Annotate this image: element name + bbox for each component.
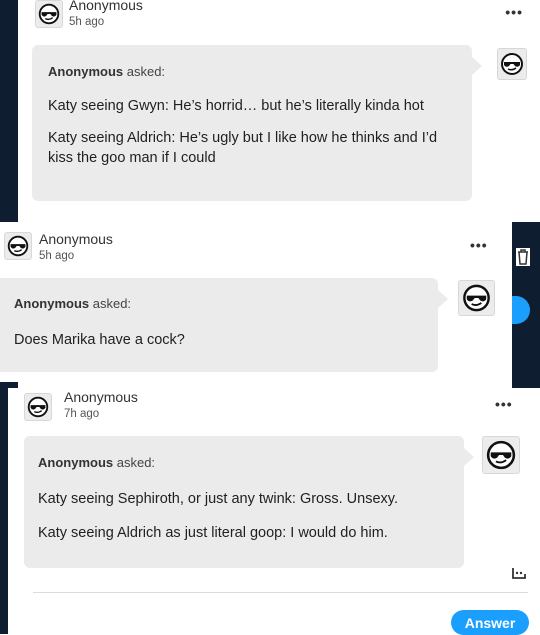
ask-card-1: Anonymous 5h ago ••• Anonymous asked: Ka… bbox=[18, 0, 540, 212]
sunglasses-face-icon[interactable] bbox=[482, 436, 520, 474]
sunglasses-face-icon[interactable] bbox=[35, 0, 63, 28]
sunglasses-face-icon[interactable] bbox=[4, 232, 32, 260]
asker-name[interactable]: Anonymous bbox=[38, 455, 113, 470]
ask-icon[interactable] bbox=[510, 564, 528, 582]
post-author[interactable]: Anonymous bbox=[64, 389, 138, 405]
asked-suffix: asked: bbox=[123, 64, 166, 79]
ask-card-3: Anonymous 7h ago ••• Anonymous asked: Ka… bbox=[8, 388, 540, 634]
ask-text-line: Katy seeing Aldrich as just literal goop… bbox=[38, 525, 388, 541]
ask-text-line: Katy seeing Sephiroth, or just any twink… bbox=[38, 491, 398, 507]
trash-icon[interactable] bbox=[516, 248, 530, 266]
asked-suffix: asked: bbox=[113, 455, 156, 470]
post-author[interactable]: Anonymous bbox=[39, 231, 113, 247]
bubble-tail bbox=[464, 448, 474, 466]
more-options-button[interactable]: ••• bbox=[470, 237, 488, 253]
asked-label: Anonymous asked: bbox=[14, 294, 424, 314]
asked-label: Anonymous asked: bbox=[38, 453, 452, 473]
post-time: 7h ago bbox=[64, 408, 100, 420]
asked-label: Anonymous asked: bbox=[48, 62, 458, 82]
post-time: 5h ago bbox=[39, 250, 75, 262]
ask-bubble: Anonymous asked: Does Marika have a cock… bbox=[0, 278, 448, 372]
ask-bubble: Anonymous asked: Katy seeing Gwyn: He’s … bbox=[32, 45, 482, 201]
more-options-button[interactable]: ••• bbox=[495, 396, 513, 412]
ask-text-line: Katy seeing Gwyn: He’s horrid… but he’s … bbox=[48, 98, 424, 114]
asked-suffix: asked: bbox=[89, 296, 132, 311]
ask-bubble: Anonymous asked: Katy seeing Sephiroth, … bbox=[24, 436, 474, 568]
sunglasses-face-icon[interactable] bbox=[458, 280, 495, 316]
sunglasses-face-icon[interactable] bbox=[24, 393, 52, 421]
background-strip-line bbox=[512, 340, 540, 356]
ask-text-line: Does Marika have a cock? bbox=[14, 332, 185, 348]
asker-name[interactable]: Anonymous bbox=[14, 296, 89, 311]
post-author[interactable]: Anonymous bbox=[69, 0, 143, 13]
more-options-button[interactable]: ••• bbox=[505, 4, 523, 20]
sunglasses-face-icon[interactable] bbox=[497, 48, 527, 80]
ask-card-2: Anonymous 5h ago ••• Anonymous asked: Do… bbox=[0, 222, 512, 382]
divider bbox=[33, 592, 528, 593]
answer-button[interactable]: Answer bbox=[451, 610, 529, 635]
bubble-tail bbox=[472, 57, 482, 75]
post-time: 5h ago bbox=[69, 16, 105, 28]
bubble-tail bbox=[438, 290, 448, 308]
ask-text-line: Katy seeing Aldrich: He’s ugly but I lik… bbox=[48, 130, 438, 166]
asker-name[interactable]: Anonymous bbox=[48, 64, 123, 79]
